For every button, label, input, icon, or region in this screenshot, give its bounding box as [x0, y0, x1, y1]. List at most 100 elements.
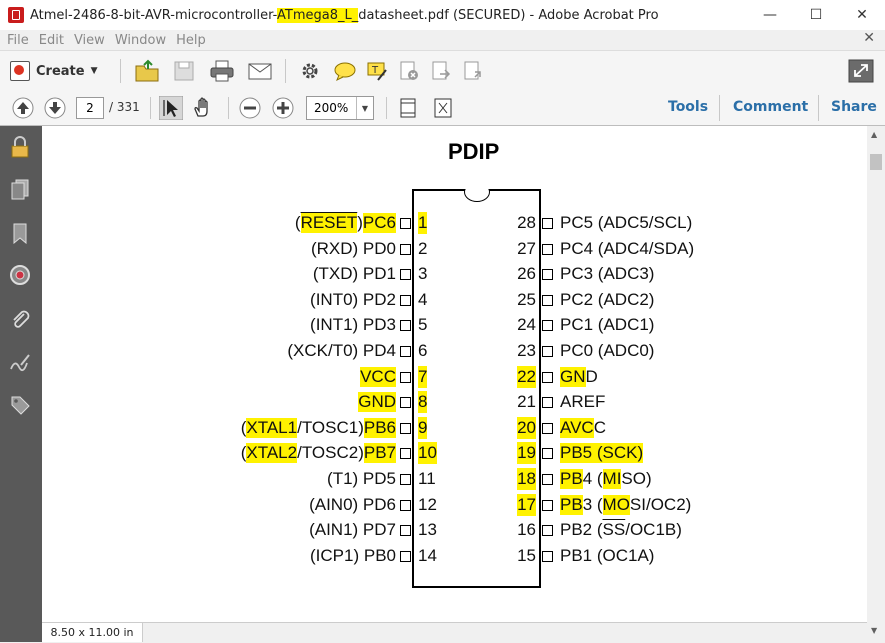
pin-number: 15	[517, 546, 536, 565]
attachments-icon[interactable]	[9, 308, 31, 330]
full-screen-icon[interactable]	[432, 96, 454, 120]
pin-number: 1	[418, 212, 428, 234]
scroll-down-icon[interactable]: ▼	[871, 626, 877, 635]
pin-label: PB2 (SS/OC1B)	[560, 519, 682, 541]
status-bar: 8.50 x 11.00 in	[42, 622, 867, 643]
pin-label: (ICP1) PB0	[310, 545, 396, 567]
pin-pad	[542, 448, 553, 459]
chevron-down-icon[interactable]: ▼	[356, 97, 373, 119]
page-size-label: 8.50 x 11.00 in	[42, 623, 143, 642]
page-number-input[interactable]: 2	[76, 97, 104, 119]
pin-label-part: PB2 (	[560, 520, 603, 539]
pin-label-part: PC5 (ADC5/SCL)	[560, 213, 693, 232]
pin-label: (AIN0) PD6	[309, 494, 396, 516]
pin-pad	[542, 525, 553, 536]
page-thumbnails-icon[interactable]	[9, 178, 31, 200]
export-page-icon[interactable]	[430, 60, 452, 82]
share-pane-button[interactable]: Share	[831, 99, 877, 115]
pin-label: PC4 (ADC4/SDA)	[560, 238, 694, 260]
maximize-button[interactable]: ☐	[793, 0, 839, 30]
pin-label-part: (AIN0) PD6	[309, 495, 396, 514]
minimize-button[interactable]: —	[747, 0, 793, 30]
menu-help[interactable]: Help	[176, 33, 206, 48]
signatures-icon[interactable]	[9, 264, 31, 286]
highlight-text-icon[interactable]: T	[366, 60, 388, 82]
comment-pane-button[interactable]: Comment	[733, 99, 808, 115]
pin-number: 27	[517, 239, 536, 258]
pin-label-part: PB1 (OC1A)	[560, 546, 655, 565]
pin-label: (XTAL1/TOSC1) PB6	[241, 417, 396, 439]
zoom-out-icon[interactable]	[238, 96, 262, 120]
vertical-scrollbar[interactable]: ▲ ▼	[867, 126, 885, 642]
menu-view[interactable]: View	[74, 33, 105, 48]
pin-label-part: GN	[560, 367, 586, 387]
gear-icon[interactable]	[299, 60, 321, 82]
pin-label-part: PC0 (ADC0)	[560, 341, 655, 360]
email-icon[interactable]	[247, 60, 273, 82]
pin-label-part: C	[593, 418, 606, 437]
pin-label-part: /OC1B)	[625, 520, 682, 539]
fit-page-icon[interactable]	[397, 96, 419, 120]
next-page-icon[interactable]	[43, 96, 67, 120]
print-icon[interactable]	[209, 59, 235, 83]
pin-pad	[542, 372, 553, 383]
lock-icon[interactable]	[9, 136, 31, 158]
scrollbar-thumb[interactable]	[870, 154, 882, 170]
pin-pad	[400, 500, 411, 511]
create-pdf-icon	[10, 61, 30, 81]
svg-text:T: T	[371, 65, 379, 76]
close-document-icon[interactable]: ✕	[863, 30, 875, 46]
pin-label: (RESET) PC6	[295, 212, 396, 234]
comment-icon[interactable]	[333, 60, 357, 82]
pin-number: 23	[517, 341, 536, 360]
pin-label-part: (INT0) PD2	[310, 290, 396, 309]
pin-pad	[542, 423, 553, 434]
navigation-pane	[0, 126, 42, 642]
pin-label-part: (TXD) PD1	[312, 264, 396, 283]
select-tool-icon[interactable]	[159, 96, 183, 120]
pin-pad	[400, 397, 411, 408]
pin-number: 17	[517, 494, 536, 516]
pin-label: (XTAL2/TOSC2) PB7	[241, 442, 396, 464]
pin-label: AVC C	[560, 417, 606, 439]
expand-view-icon[interactable]	[848, 59, 874, 83]
pin-label-part: (INT1) PD3	[310, 315, 396, 334]
content-edit-icon[interactable]	[9, 351, 31, 373]
tag-icon[interactable]	[9, 394, 31, 416]
menu-edit[interactable]: Edit	[39, 33, 64, 48]
pin-number: 8	[418, 391, 428, 413]
zoom-select[interactable]: 200% ▼	[306, 96, 374, 120]
pin-label-part: SS	[602, 520, 626, 539]
create-button[interactable]: Create ▼	[10, 58, 98, 84]
tools-pane-button[interactable]: Tools	[668, 99, 708, 115]
pin-pad	[400, 218, 411, 229]
pin-number: 6	[418, 341, 428, 360]
pin-pad	[542, 397, 553, 408]
pin-label: (TXD) PD1	[313, 263, 396, 285]
previous-page-icon[interactable]	[11, 96, 35, 120]
pin-pad	[542, 269, 553, 280]
zoom-value: 200%	[314, 101, 349, 115]
hand-tool-icon[interactable]	[191, 96, 215, 120]
pin-label-part: (AIN1) PD7	[309, 520, 396, 539]
zoom-in-icon[interactable]	[271, 96, 295, 120]
delete-page-icon[interactable]	[398, 60, 420, 82]
pin-label: (AIN1) PD7	[309, 519, 396, 541]
menu-file[interactable]: File	[7, 33, 29, 48]
pin-label-part: (T1) PD5	[327, 469, 396, 488]
close-button[interactable]: ✕	[839, 0, 885, 30]
pin-pad	[400, 423, 411, 434]
insert-page-icon[interactable]	[462, 60, 484, 82]
bookmarks-icon[interactable]	[9, 222, 31, 244]
pin-number: 28	[517, 213, 536, 232]
pin-label-part: D	[585, 367, 598, 386]
pin-label-part: GND	[358, 392, 396, 412]
pin-number: 16	[517, 520, 536, 539]
menu-window[interactable]: Window	[115, 33, 166, 48]
scroll-up-icon[interactable]: ▲	[871, 130, 877, 139]
pin-number: 10	[418, 442, 437, 464]
save-icon[interactable]	[172, 59, 196, 83]
pin-number: 21	[517, 392, 536, 411]
pin-pad	[400, 525, 411, 536]
open-folder-icon[interactable]	[134, 59, 160, 83]
